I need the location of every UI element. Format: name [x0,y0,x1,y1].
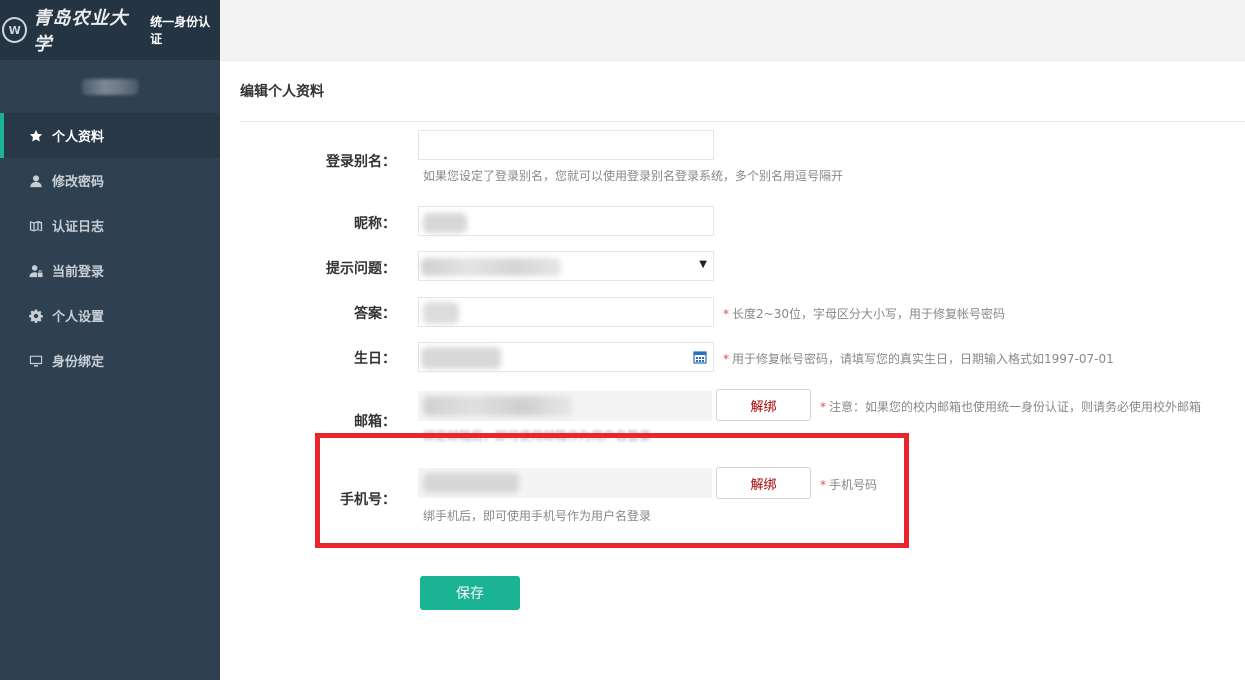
star-icon [28,128,44,144]
sidebar-item-label: 个人设置 [52,310,105,325]
answer-help: * 长度2~30位，字母区分大小写，用于修复帐号密码 [723,307,1005,321]
email-field [418,391,712,421]
sidebar-item-label: 身份绑定 [52,355,105,370]
alias-help: 如果您设定了登录别名，您就可以使用登录别名登录系统，多个别名用逗号隔开 [423,169,844,183]
sidebar-nav: 个人资料 修改密码 认证日志 当前登录 个人设置 身份绑定 [0,113,220,383]
sidebar-item-label: 个人资料 [52,130,105,145]
email-unbind-button[interactable]: 解绑 [716,389,811,421]
alias-label: 登录别名： [326,154,396,170]
alias-input[interactable] [418,130,714,160]
answer-label: 答案： [354,306,396,322]
blurred-username [82,78,138,95]
birthday-help: * 用于修复帐号密码，请填写您的真实生日，日期输入格式如1997-07-01 [723,352,1114,366]
main-content: 编辑个人资料 登录别名： 如果您设定了登录别名，您就可以使用登录别名登录系统，多… [220,61,1245,680]
birthday-input[interactable] [418,342,714,372]
sidebar-item-change-password[interactable]: 修改密码 [0,158,220,203]
sidebar: W 青岛农业大学 统一身份认证 个人资料 修改密码 认证日志 当前登录 个人设置… [0,0,220,680]
sidebar-item-identity-binding[interactable]: 身份绑定 [0,338,220,383]
brand-subtitle: 统一身份认证 [150,15,211,46]
brand-name: 青岛农业大学 [33,8,129,55]
required-mark: * [723,307,729,321]
calendar-icon[interactable] [693,350,707,364]
nickname-input[interactable] [418,206,714,236]
nickname-label: 昵称： [354,216,396,232]
sidebar-item-auth-log[interactable]: 认证日志 [0,203,220,248]
monitor-icon [28,353,44,369]
user-icon [28,173,44,189]
save-button[interactable]: 保存 [420,576,520,610]
sidebar-item-settings[interactable]: 个人设置 [0,293,220,338]
email-help: * 注意：如果您的校内邮箱也使用统一身份认证，则请务必使用校外邮箱 [820,400,1202,414]
question-label: 提示问题： [326,261,396,277]
chevron-down-icon: ▼ [699,259,707,270]
answer-input[interactable] [418,297,714,327]
sidebar-item-current-login[interactable]: 当前登录 [0,248,220,293]
user-profile [0,60,220,113]
question-select[interactable]: ▼ [418,251,714,281]
sidebar-item-label: 当前登录 [52,265,105,280]
blurred-nickname [423,213,467,233]
sidebar-item-label: 认证日志 [52,220,105,235]
email-label: 邮箱： [354,414,396,430]
brand-header: W 青岛农业大学 统一身份认证 [0,0,220,60]
top-bar [220,0,1245,61]
blurred-answer [423,302,459,324]
blurred-question [421,258,561,276]
gear-icon [28,308,44,324]
sidebar-item-profile[interactable]: 个人资料 [0,113,220,158]
birthday-label: 生日： [354,351,396,367]
blurred-birthday [421,347,501,369]
university-logo-icon: W [2,17,28,43]
sidebar-item-label: 修改密码 [52,175,105,190]
blurred-email [423,396,573,416]
book-icon [28,218,44,234]
title-divider [240,121,1245,122]
user-lock-icon [28,263,44,279]
highlight-box [315,433,909,548]
page-title: 编辑个人资料 [240,84,324,100]
